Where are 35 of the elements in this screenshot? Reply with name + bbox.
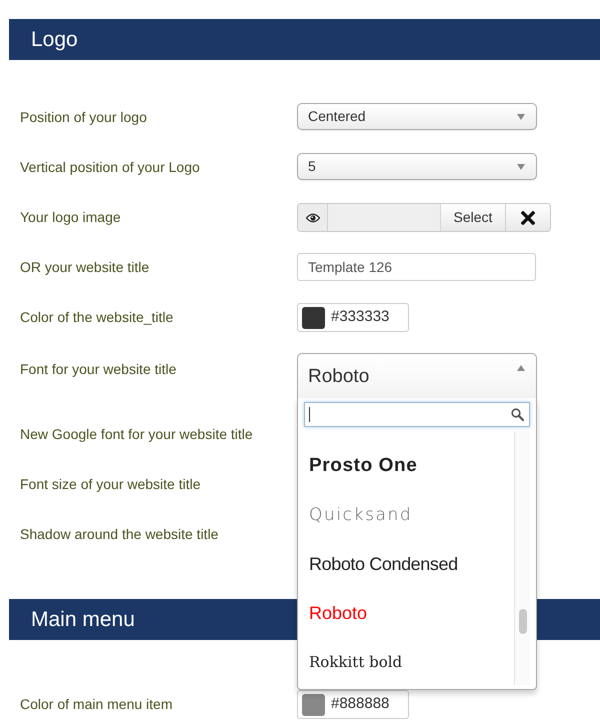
text-field[interactable]: Template 126 [297, 253, 536, 281]
field-label: Font size of your website title [20, 475, 202, 494]
field-label: OR your website title [20, 258, 150, 277]
font-option[interactable]: Roboto Condensed [298, 540, 514, 589]
caret-icon [517, 365, 525, 371]
font-select[interactable]: Roboto [297, 353, 537, 398]
font-option[interactable]: Prosto One [298, 442, 514, 491]
preview-button[interactable] [298, 204, 328, 231]
section-header: Logo [9, 19, 600, 60]
color-field[interactable]: #333333 [297, 303, 409, 332]
select-field[interactable]: Centered [297, 103, 537, 130]
font-option[interactable]: Quicksand [298, 491, 514, 540]
select-button[interactable]: Select [441, 204, 506, 231]
text-cursor-icon [309, 407, 310, 422]
search-field[interactable] [304, 402, 530, 427]
field-label: New Google font for your website title [20, 425, 254, 444]
field-label: Position of your logo [20, 108, 148, 127]
color-field[interactable]: #888888 [297, 690, 409, 719]
scrollbar-thumb[interactable] [519, 609, 527, 634]
eye-icon [306, 212, 320, 222]
clear-button[interactable] [506, 204, 550, 231]
field-label: Vertical position of your Logo [20, 158, 201, 177]
search-icon [511, 408, 524, 421]
font-option[interactable]: Rokkitt bold [298, 638, 514, 687]
close-icon [521, 210, 535, 224]
field-label: Your logo image [20, 208, 122, 227]
caret-icon [517, 114, 525, 120]
field-label: Color of main menu item [20, 695, 174, 714]
field-label: Color of the website_title [20, 308, 174, 327]
field-label: Font for your website title [20, 360, 178, 379]
image-path-field[interactable] [328, 204, 441, 231]
field-label: Shadow around the website title [20, 525, 220, 544]
scrollbar-track[interactable] [514, 431, 530, 685]
caret-icon [517, 164, 525, 170]
select-field[interactable]: 5 [297, 153, 537, 180]
